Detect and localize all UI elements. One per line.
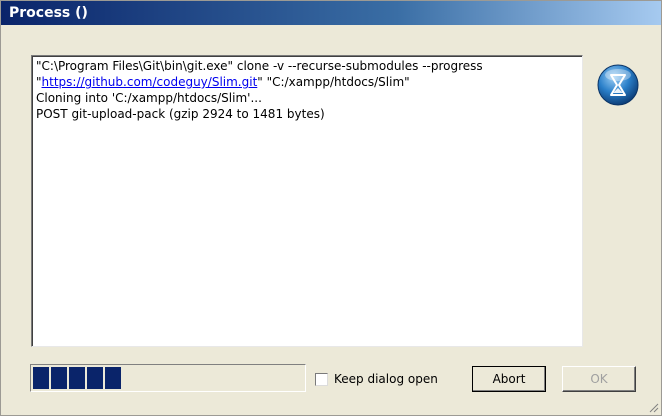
progress-segment [51,367,67,389]
process-dialog: Process () "C:\Program Files\Git\bin\git… [0,0,662,416]
ok-button: OK [562,366,636,392]
output-log[interactable]: "C:\Program Files\Git\bin\git.exe" clone… [31,55,583,347]
progress-segment [87,367,103,389]
resize-grip-icon[interactable] [647,401,659,413]
log-line-cloning: Cloning into 'C:/xampp/htdocs/Slim'... [36,91,262,105]
progress-bar [30,364,306,392]
window-title: Process () [9,5,88,21]
progress-segment [69,367,85,389]
progress-segment [33,367,49,389]
hourglass-icon [597,64,639,106]
progress-fill [33,367,303,389]
keep-dialog-open-checkbox[interactable] [315,372,328,386]
title-bar[interactable]: Process () [1,1,661,25]
log-line-url-rest: " "C:/xampp/htdocs/Slim" [257,75,410,89]
log-line-command: "C:\Program Files\Git\bin\git.exe" clone… [36,59,483,73]
progress-segment [105,367,121,389]
log-line-url: "https://github.com/codeguy/Slim.git" "C… [36,74,578,90]
log-line-post: POST git-upload-pack (gzip 2924 to 1481 … [36,107,325,121]
keep-dialog-open-label: Keep dialog open [334,372,438,386]
keep-dialog-open-option[interactable]: Keep dialog open [315,372,438,386]
repository-link[interactable]: https://github.com/codeguy/Slim.git [42,75,258,89]
abort-button[interactable]: Abort [472,366,546,392]
